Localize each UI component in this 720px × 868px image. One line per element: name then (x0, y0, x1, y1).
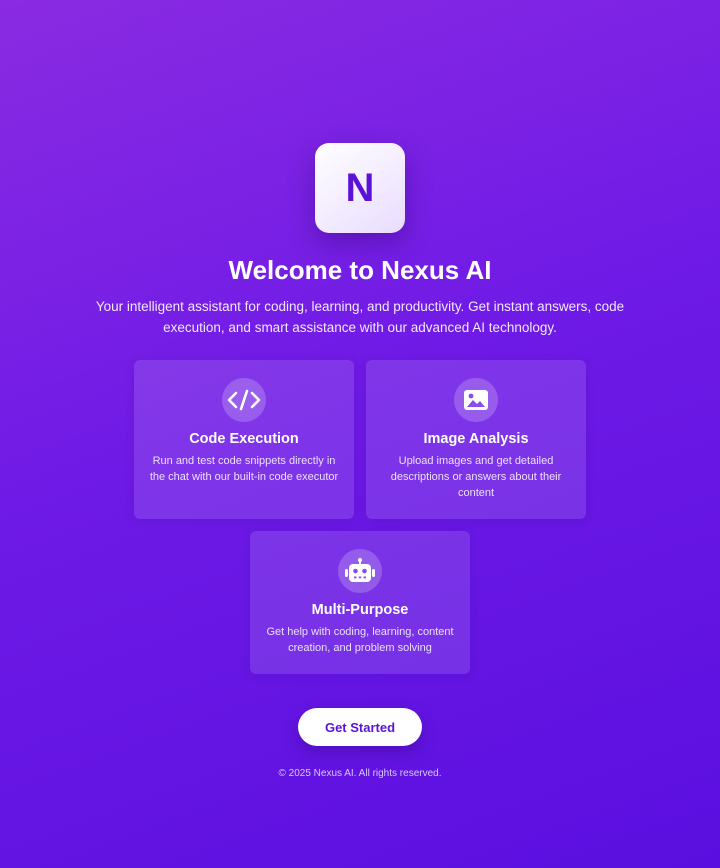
page-subtitle: Your intelligent assistant for coding, l… (95, 299, 625, 335)
code-icon (222, 378, 266, 422)
footer-copyright: © 2025 Nexus AI. All rights reserved. (278, 768, 442, 779)
feature-title: Code Execution (189, 431, 299, 447)
welcome-screen: N Welcome to Nexus AI Your intelligent a… (0, 0, 720, 868)
nexus-logo: N (315, 143, 405, 233)
page-title: Welcome to Nexus AI (228, 255, 492, 285)
feature-title: Image Analysis (423, 431, 529, 447)
image-icon (454, 378, 498, 422)
feature-description: Get help with coding, learning, content … (266, 626, 454, 654)
feature-description: Run and test code snippets directly in t… (149, 455, 339, 483)
feature-card-image-analysis: Image Analysis Upload images and get det… (366, 360, 586, 519)
logo-letter: N (345, 165, 375, 210)
robot-icon (338, 549, 382, 593)
feature-title: Multi-Purpose (311, 602, 409, 618)
feature-description: Upload images and get detailed descripti… (390, 455, 562, 499)
feature-card-multi-purpose: Multi-Purpose Get help with coding, lear… (250, 531, 470, 674)
get-started-button[interactable]: Get Started (298, 708, 422, 746)
feature-card-code-execution: Code Execution Run and test code snippet… (134, 360, 354, 519)
